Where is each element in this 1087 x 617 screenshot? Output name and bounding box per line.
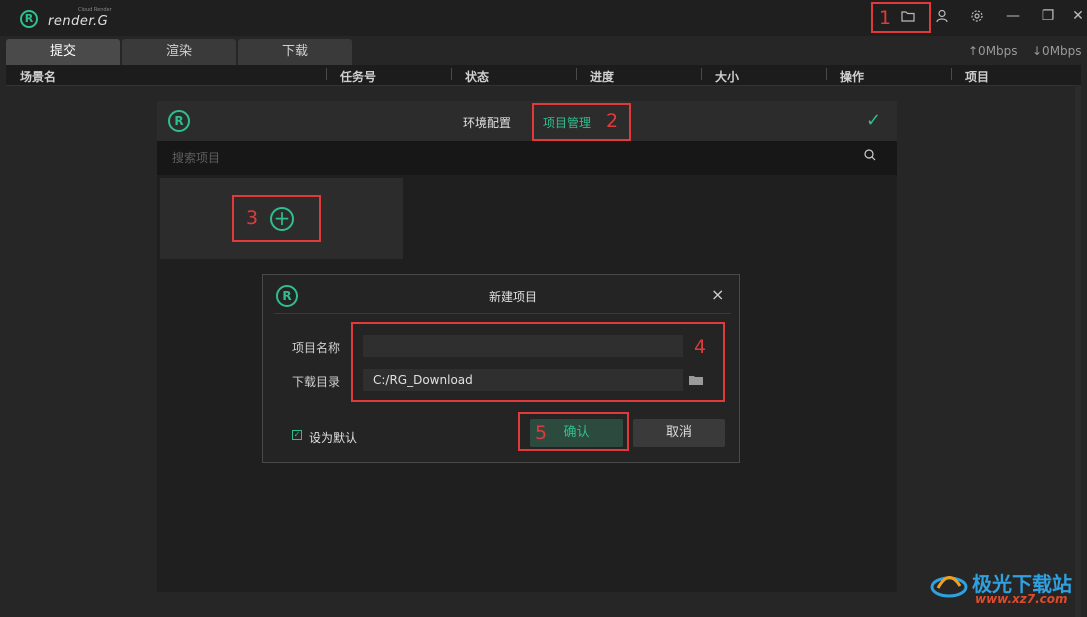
column-task-id[interactable]: 任务号 bbox=[340, 68, 376, 85]
column-scene-name[interactable]: 场景名 bbox=[20, 68, 56, 85]
column-status[interactable]: 状态 bbox=[465, 68, 489, 85]
annotation-label-1: 1 bbox=[879, 7, 892, 29]
close-icon[interactable]: × bbox=[711, 285, 724, 304]
column-divider bbox=[451, 68, 452, 80]
column-size[interactable]: 大小 bbox=[715, 68, 739, 85]
scrollbar[interactable] bbox=[1075, 85, 1081, 617]
annotation-label-4: 4 bbox=[694, 336, 707, 358]
watermark-url: www.xz7.com bbox=[975, 592, 1068, 606]
dialog-logo-icon: R bbox=[276, 285, 298, 307]
annotation-label-5: 5 bbox=[535, 422, 548, 444]
search-input[interactable] bbox=[170, 150, 774, 166]
search-icon[interactable] bbox=[864, 149, 876, 161]
user-icon bbox=[936, 9, 948, 23]
download-speed: ↓0Mbps bbox=[1032, 44, 1082, 58]
column-divider bbox=[576, 68, 577, 80]
app-logo-text: render.G bbox=[48, 14, 109, 29]
annotation-label-2: 2 bbox=[606, 110, 619, 132]
column-action[interactable]: 操作 bbox=[840, 68, 864, 85]
column-progress[interactable]: 进度 bbox=[590, 68, 614, 85]
close-button[interactable]: ✕ bbox=[1064, 4, 1087, 28]
column-project[interactable]: 项目 bbox=[965, 68, 989, 85]
restore-button[interactable]: ❐ bbox=[1034, 4, 1062, 28]
set-default-label: 设为默认 bbox=[309, 431, 358, 445]
upload-speed: ↑0Mbps bbox=[968, 44, 1018, 58]
settings-button[interactable] bbox=[963, 4, 991, 28]
cancel-button[interactable]: 取消 bbox=[633, 419, 725, 447]
user-button[interactable] bbox=[928, 4, 956, 28]
annotation-box-4 bbox=[351, 322, 725, 402]
column-divider bbox=[701, 68, 702, 80]
column-divider bbox=[326, 68, 327, 80]
watermark-logo-icon bbox=[930, 576, 968, 598]
tab-render[interactable]: 渲染 bbox=[122, 39, 236, 65]
app-logo-icon: R bbox=[20, 10, 38, 28]
tab-submit[interactable]: 提交 bbox=[6, 39, 120, 65]
download-dir-label: 下载目录 bbox=[292, 375, 341, 389]
minimize-button[interactable]: — bbox=[999, 4, 1027, 28]
app-logo-subtext: Cloud Render bbox=[78, 7, 112, 13]
gear-icon bbox=[971, 10, 983, 22]
dialog-title: 新建项目 bbox=[488, 290, 537, 304]
column-divider bbox=[951, 68, 952, 80]
panel-logo-icon: R bbox=[168, 110, 190, 132]
tab-environment-config[interactable]: 环境配置 bbox=[463, 114, 511, 131]
column-divider bbox=[826, 68, 827, 80]
divider bbox=[274, 313, 731, 314]
table-header bbox=[6, 65, 1081, 86]
annotation-label-3: 3 bbox=[246, 207, 259, 229]
check-icon[interactable]: ✓ bbox=[866, 110, 881, 131]
project-name-label: 项目名称 bbox=[292, 341, 341, 355]
tab-download[interactable]: 下载 bbox=[238, 39, 352, 65]
set-default-checkbox[interactable]: ✓ bbox=[292, 430, 302, 440]
project-panel-header bbox=[157, 101, 897, 141]
